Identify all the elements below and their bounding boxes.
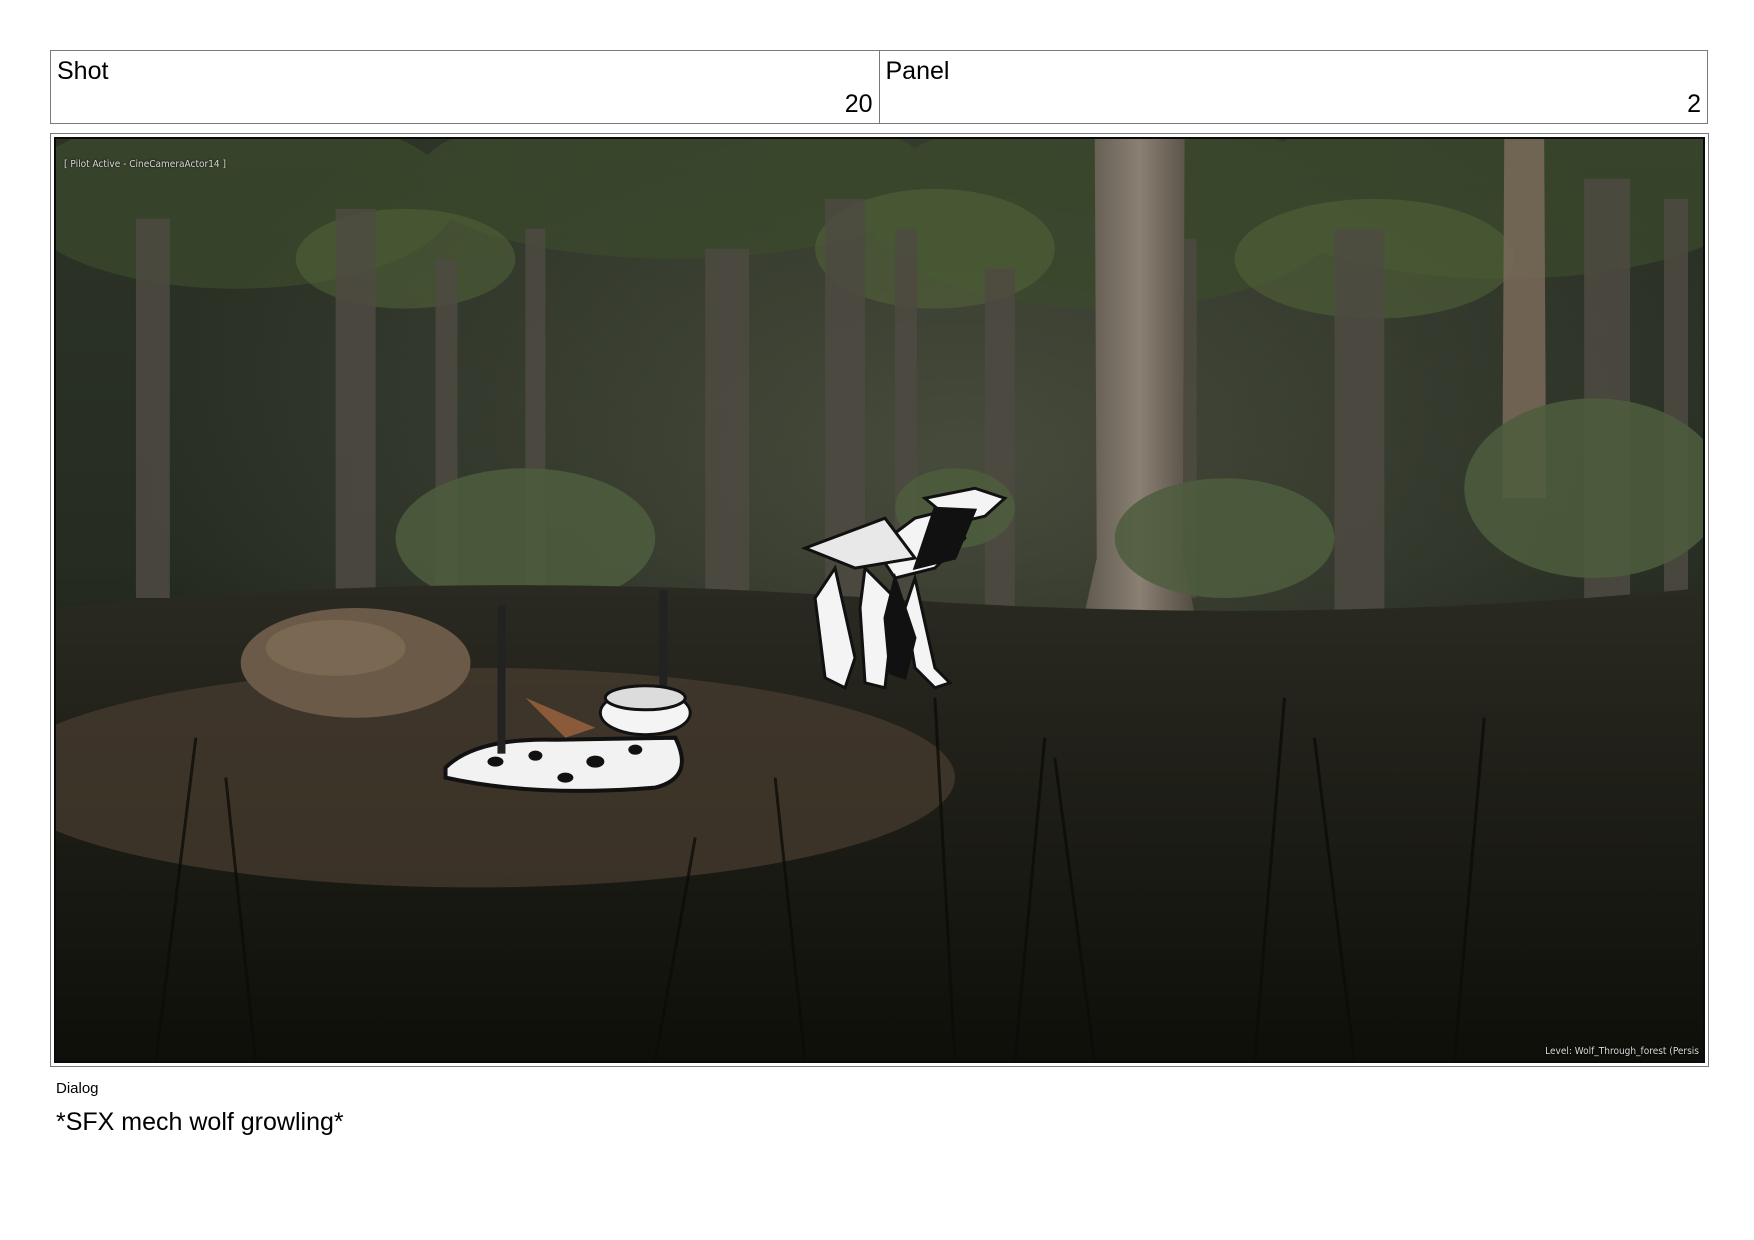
panel-number: 2 (1687, 90, 1701, 118)
shot-cell: Shot 20 (51, 51, 879, 123)
dialog-label: Dialog (56, 1080, 99, 1097)
shot-panel-header: Shot 20 Panel 2 (50, 50, 1708, 124)
forest-scene-illustration (56, 139, 1703, 1061)
forest-scene-image: [ Pilot Active - CineCameraActor14 ] Lev… (54, 137, 1705, 1063)
panel-label: Panel (885, 57, 950, 85)
panel-cell: Panel 2 (878, 51, 1708, 123)
shot-label: Shot (57, 57, 109, 85)
level-name-overlay: Level: Wolf_Through_forest (Persis (1545, 1046, 1699, 1057)
dialog-text: *SFX mech wolf growling* (56, 1108, 344, 1136)
shot-number: 20 (844, 90, 873, 118)
storyboard-frame: [ Pilot Active - CineCameraActor14 ] Lev… (50, 133, 1709, 1067)
camera-pilot-overlay: [ Pilot Active - CineCameraActor14 ] (64, 159, 227, 170)
